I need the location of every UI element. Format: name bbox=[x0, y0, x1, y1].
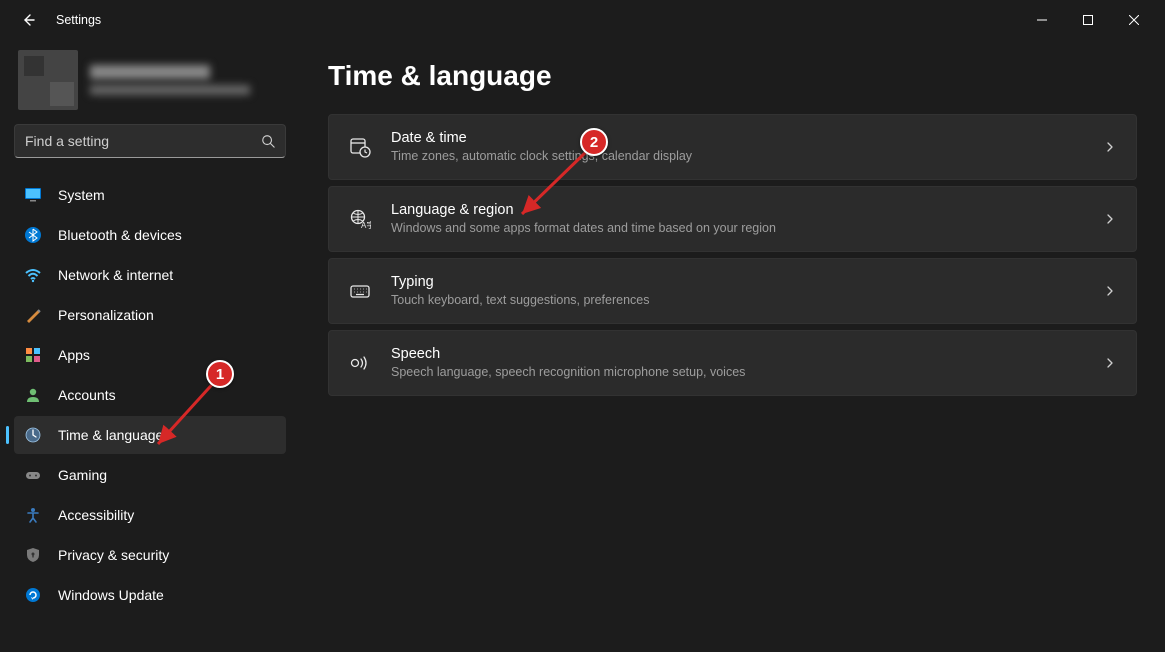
card-desc: Speech language, speech recognition micr… bbox=[391, 364, 1084, 382]
sidebar-item-apps[interactable]: Apps bbox=[14, 336, 286, 374]
sidebar-item-network[interactable]: Network & internet bbox=[14, 256, 286, 294]
search-icon bbox=[261, 134, 275, 148]
card-title: Typing bbox=[391, 273, 1084, 292]
shield-icon bbox=[24, 546, 42, 564]
nav-label: Privacy & security bbox=[58, 547, 169, 563]
chevron-right-icon bbox=[1104, 141, 1116, 153]
sidebar: System Bluetooth & devices Network & int… bbox=[0, 40, 300, 652]
back-button[interactable] bbox=[12, 4, 44, 36]
card-language-region[interactable]: A字 Language & region Windows and some ap… bbox=[328, 186, 1137, 252]
nav-label: Gaming bbox=[58, 467, 107, 483]
titlebar: Settings bbox=[0, 0, 1165, 40]
close-button[interactable] bbox=[1111, 4, 1157, 36]
sidebar-item-bluetooth[interactable]: Bluetooth & devices bbox=[14, 216, 286, 254]
card-desc: Windows and some apps format dates and t… bbox=[391, 220, 1084, 238]
card-title: Language & region bbox=[391, 201, 1084, 220]
annotation-marker-2: 2 bbox=[580, 128, 608, 156]
sound-wave-icon bbox=[349, 352, 371, 374]
card-desc: Time zones, automatic clock settings, ca… bbox=[391, 148, 1084, 166]
nav-list: System Bluetooth & devices Network & int… bbox=[14, 176, 286, 614]
page-title: Time & language bbox=[328, 60, 1137, 92]
update-icon bbox=[24, 586, 42, 604]
globe-text-icon: A字 bbox=[349, 208, 371, 230]
card-title: Date & time bbox=[391, 129, 1084, 148]
minimize-button[interactable] bbox=[1019, 4, 1065, 36]
nav-label: Windows Update bbox=[58, 587, 164, 603]
card-typing[interactable]: Typing Touch keyboard, text suggestions,… bbox=[328, 258, 1137, 324]
clock-globe-icon bbox=[24, 426, 42, 444]
account-text bbox=[90, 65, 250, 95]
nav-label: Personalization bbox=[58, 307, 154, 323]
sidebar-item-windows-update[interactable]: Windows Update bbox=[14, 576, 286, 614]
sidebar-item-personalization[interactable]: Personalization bbox=[14, 296, 286, 334]
chevron-right-icon bbox=[1104, 213, 1116, 225]
chevron-right-icon bbox=[1104, 357, 1116, 369]
gamepad-icon bbox=[24, 466, 42, 484]
arrow-left-icon bbox=[20, 12, 36, 28]
sidebar-item-time-language[interactable]: Time & language bbox=[14, 416, 286, 454]
brush-icon bbox=[24, 306, 42, 324]
close-icon bbox=[1129, 15, 1139, 25]
main-content: Time & language Date & time Time zones, … bbox=[300, 40, 1165, 652]
svg-text:A字: A字 bbox=[361, 220, 371, 230]
annotation-marker-1: 1 bbox=[206, 360, 234, 388]
nav-label: Apps bbox=[58, 347, 90, 363]
person-icon bbox=[24, 386, 42, 404]
sidebar-item-privacy[interactable]: Privacy & security bbox=[14, 536, 286, 574]
avatar bbox=[18, 50, 78, 110]
nav-label: Bluetooth & devices bbox=[58, 227, 182, 243]
nav-label: Accessibility bbox=[58, 507, 134, 523]
nav-label: System bbox=[58, 187, 105, 203]
card-title: Speech bbox=[391, 345, 1084, 364]
search-box[interactable] bbox=[14, 124, 286, 158]
nav-label: Network & internet bbox=[58, 267, 173, 283]
window-title: Settings bbox=[56, 13, 101, 27]
chevron-right-icon bbox=[1104, 285, 1116, 297]
grid-icon bbox=[24, 346, 42, 364]
sidebar-item-accessibility[interactable]: Accessibility bbox=[14, 496, 286, 534]
account-block[interactable] bbox=[14, 40, 286, 124]
sidebar-item-accounts[interactable]: Accounts bbox=[14, 376, 286, 414]
bluetooth-icon bbox=[24, 226, 42, 244]
sidebar-item-gaming[interactable]: Gaming bbox=[14, 456, 286, 494]
search-input[interactable] bbox=[25, 133, 261, 149]
wifi-icon bbox=[24, 266, 42, 284]
maximize-button[interactable] bbox=[1065, 4, 1111, 36]
accessibility-icon bbox=[24, 506, 42, 524]
monitor-icon bbox=[24, 186, 42, 204]
sidebar-item-system[interactable]: System bbox=[14, 176, 286, 214]
keyboard-icon bbox=[349, 280, 371, 302]
nav-label: Accounts bbox=[58, 387, 116, 403]
minimize-icon bbox=[1037, 15, 1047, 25]
card-speech[interactable]: Speech Speech language, speech recogniti… bbox=[328, 330, 1137, 396]
card-desc: Touch keyboard, text suggestions, prefer… bbox=[391, 292, 1084, 310]
maximize-icon bbox=[1083, 15, 1093, 25]
card-date-time[interactable]: Date & time Time zones, automatic clock … bbox=[328, 114, 1137, 180]
nav-label: Time & language bbox=[58, 427, 163, 443]
calendar-clock-icon bbox=[349, 136, 371, 158]
